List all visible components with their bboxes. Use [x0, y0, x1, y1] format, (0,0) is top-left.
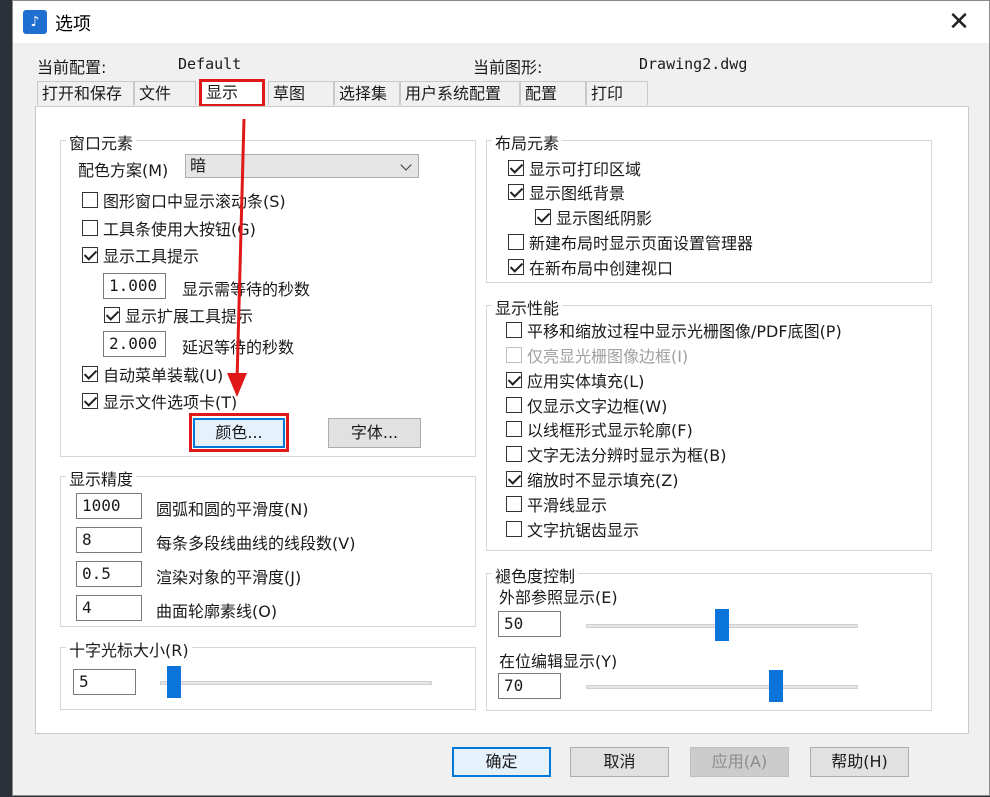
ok-button[interactable]: 确定: [452, 747, 551, 777]
apply-button[interactable]: 应用(A): [690, 747, 789, 777]
cancel-button[interactable]: 取消: [570, 747, 669, 777]
help-button[interactable]: 帮助(H): [810, 747, 909, 777]
options-dialog: ♪ 选项 ✕ 当前配置: Default 当前图形: Drawing2.dwg …: [12, 0, 990, 796]
annotation-arrow: [227, 118, 247, 397]
